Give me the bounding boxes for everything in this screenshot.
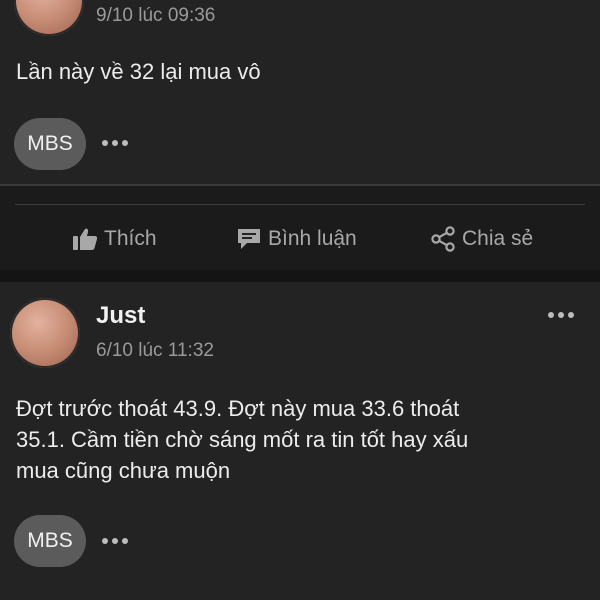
post-content-line: mua cũng chưa muộn [16,458,231,483]
avatar[interactable] [14,0,84,36]
post-timestamp: 6/10 lúc 11:32 [96,340,214,361]
like-button[interactable]: Thích [72,222,157,256]
post-content-line: Đợt trước thoát 43.9. Đợt này mua 33.6 t… [16,396,460,421]
comment-icon [238,229,260,249]
action-bar-divider [15,204,585,205]
post-content-line: 35.1. Cầm tiền chờ sáng mốt ra tin tốt h… [16,427,469,452]
share-button[interactable]: Chia sẻ [430,222,533,256]
share-label: Chia sẻ [462,227,534,250]
post-content: Đợt trước thoát 43.9. Đợt này mua 33.6 t… [16,393,468,486]
post-content: Lần này về 32 lại mua vô [16,59,261,84]
stock-tag-chip[interactable]: MBS [14,118,86,170]
stock-tag-chip[interactable]: MBS [14,515,86,567]
more-dots-icon[interactable] [548,312,574,318]
feed: 9/10 lúc 09:36 Lần này về 32 lại mua vô … [0,0,600,600]
post-card: 9/10 lúc 09:36 Lần này về 32 lại mua vô … [0,0,600,185]
like-label: Thích [104,227,157,250]
feed-separator [0,270,600,282]
post-divider [0,184,600,186]
comment-button[interactable]: Bình luận [236,222,357,256]
thumbs-up-icon [73,228,98,250]
post-timestamp: 9/10 lúc 09:36 [96,5,216,26]
more-dots-icon[interactable] [102,538,128,544]
author-name[interactable]: Just [96,302,145,330]
avatar[interactable] [10,298,80,368]
comment-label: Bình luận [268,227,357,250]
more-dots-icon[interactable] [102,140,128,146]
share-icon [431,226,455,252]
post-card: Just 6/10 lúc 11:32 Đợt trước thoát 43.9… [0,282,600,600]
